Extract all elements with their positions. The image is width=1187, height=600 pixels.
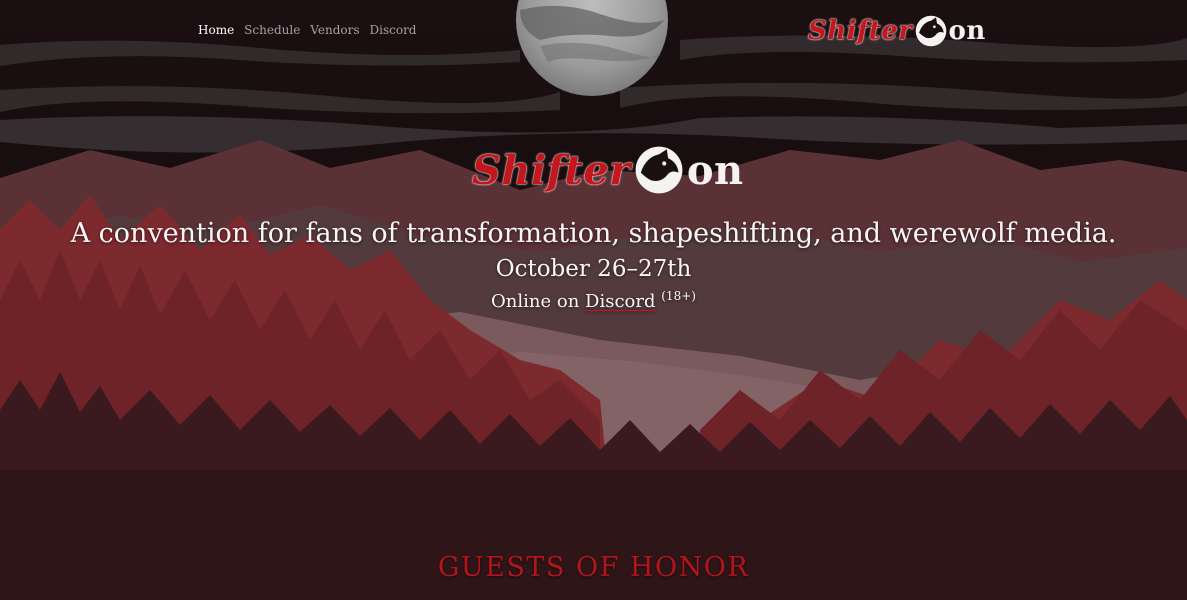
hero-logo-on-text: on <box>686 146 744 194</box>
nav-vendors-link[interactable]: Vendors <box>310 23 359 37</box>
event-dates: October 26–27th <box>495 256 692 282</box>
online-prefix: Online on <box>491 291 586 312</box>
guests-heading: GUESTS OF HONOR <box>437 552 750 583</box>
wolf-head-icon <box>635 146 683 194</box>
header-logo[interactable]: Shifter on <box>808 14 986 48</box>
nav-discord-link[interactable]: Discord <box>370 23 417 37</box>
nav-schedule-link[interactable]: Schedule <box>244 23 300 37</box>
logo-on-text: on <box>948 16 986 46</box>
hero-logo: Shifter on <box>472 144 744 196</box>
discord-link[interactable]: Discord <box>585 291 655 312</box>
nav-home-link[interactable]: Home <box>198 23 234 37</box>
age-note: (18+) <box>661 289 696 303</box>
wolf-head-icon <box>915 15 946 47</box>
top-nav: Home Schedule Vendors Discord <box>198 23 416 37</box>
hero-tagline: A convention for fans of transformation,… <box>70 218 1117 249</box>
event-location: Online on Discord (18+) <box>0 289 1187 312</box>
hero-logo-shifter-text: Shifter <box>472 146 631 194</box>
logo-shifter-text: Shifter <box>808 16 913 46</box>
